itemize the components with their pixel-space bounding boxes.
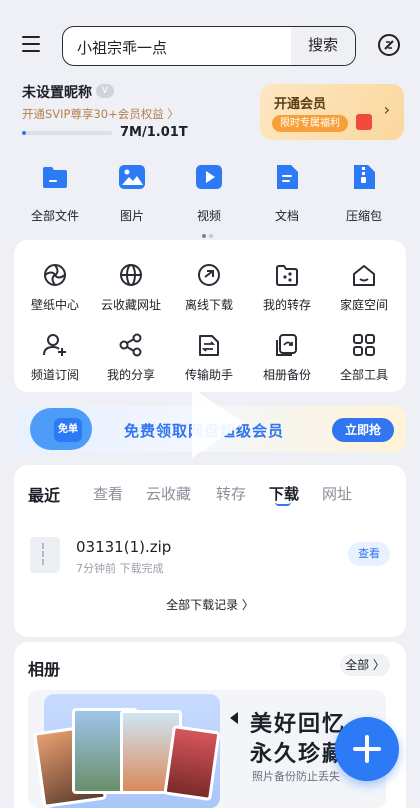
subscribe-icon [43,334,66,356]
document-icon [277,165,298,189]
file-name[interactable]: 03131(1).zip [76,538,171,556]
tool-cloud-bookmarks[interactable]: 云收藏网址 [92,262,170,313]
tool-family-space[interactable]: 家庭空间 [325,262,403,313]
category-images[interactable]: 图片 [100,163,164,224]
member-card-subtitle: 限时专属福利 [272,115,348,132]
tool-label: 频道订阅 [30,368,79,382]
tool-my-transfers[interactable]: 我的转存 [248,262,326,313]
tool-all-tools[interactable]: 全部工具 [325,332,403,383]
tool-transfer-assistant[interactable]: 传输助手 [170,332,248,383]
album-backup-icon [276,334,297,356]
category-documents[interactable]: 文档 [255,163,319,224]
storage-progress-fill [22,131,26,135]
zip-file-icon [30,537,60,573]
active-tab-indicator [275,502,291,506]
share-icon [119,333,142,357]
zip-icon [354,165,375,189]
category-videos[interactable]: 视频 [177,163,241,224]
view-button[interactable]: 查看 [348,542,390,566]
page-indicator [202,223,218,238]
tool-wallpaper[interactable]: 壁纸中心 [16,262,94,313]
transfer-assistant-icon [199,335,219,356]
tool-label: 我的转存 [262,298,311,312]
home-icon [353,265,375,286]
tool-label: 离线下载 [184,298,233,312]
banner-badge: 免单 [54,418,82,442]
file-meta: 7分钟前 下载完成 [76,562,164,575]
storage-usage: 7M/1.01T [120,125,188,140]
tool-label: 传输助手 [184,368,233,382]
menu-icon[interactable] [22,36,40,54]
image-icon [119,165,145,189]
category-archives[interactable]: 压缩包 [332,163,396,224]
photo-folder-illustration [33,694,221,808]
grab-now-button[interactable]: 立即抢 [332,418,394,442]
album-title: 相册 [28,660,61,679]
category-label: 视频 [196,209,221,223]
wallpaper-icon [44,264,66,286]
add-icon[interactable] [335,717,399,781]
category-all-files[interactable]: 全部文件 [23,163,87,224]
search-input[interactable]: 小祖宗乖一点 搜索 [62,26,356,66]
member-card-title: 开通会员 [274,97,327,112]
tool-label: 全部工具 [339,368,388,382]
category-label: 图片 [119,209,144,223]
tab-recent[interactable]: 最近 [28,482,60,506]
tool-offline-download[interactable]: 离线下载 [170,262,248,313]
tool-label: 家庭空间 [339,298,388,312]
tab-transfers[interactable]: 转存 [216,483,246,504]
open-member-card[interactable]: 开通会员 限时专属福利 › [260,84,404,140]
video-icon [196,165,222,189]
search-input-text: 小祖宗乖一点 [77,39,168,57]
tab-urls[interactable]: 网址 [322,483,352,504]
tool-channel-subscribe[interactable]: 频道订阅 [16,332,94,383]
nickname[interactable]: 未设置昵称 [22,82,92,102]
tool-my-shares[interactable]: 我的分享 [92,332,170,383]
tool-album-backup[interactable]: 相册备份 [248,332,326,383]
storage-progress-bar [22,131,112,135]
transfer-folder-icon [276,265,298,286]
album-all-button[interactable]: 全部 〉 [340,654,390,676]
offline-download-icon [198,264,220,286]
all-download-records-link[interactable]: 全部下载记录 〉 [14,596,406,613]
tool-label: 相册备份 [262,368,311,382]
play-icon[interactable] [178,382,250,464]
tool-label: 云收藏网址 [100,298,161,312]
slogan-pointer-icon [230,712,238,724]
category-label: 全部文件 [30,209,79,223]
grid-icon [353,334,375,356]
folder-icon [43,167,67,188]
vip-level-badge: V [96,84,114,98]
vip-promo-link[interactable]: 开通SVIP尊享30+会员权益 〉 [22,106,179,122]
tool-label: 我的分享 [106,368,155,382]
slogan-line-2: 永久珍藏 [250,742,347,767]
red-envelope-icon [356,114,372,130]
tool-label: 壁纸中心 [30,298,79,312]
slogan-subtitle: 照片备份防止丢失 [252,770,340,783]
tab-downloads[interactable]: 下载 [269,483,299,504]
tab-cloud-bookmarks[interactable]: 云收藏 [146,483,191,504]
slogan-line-1: 美好回忆 [250,712,347,737]
category-label: 压缩包 [345,209,382,223]
category-label: 文档 [274,209,299,223]
search-button[interactable]: 搜索 [291,27,355,65]
tab-viewed[interactable]: 查看 [93,483,123,504]
globe-icon [120,264,142,286]
chevron-right-icon: › [383,100,390,119]
cleanup-icon[interactable] [377,33,401,57]
